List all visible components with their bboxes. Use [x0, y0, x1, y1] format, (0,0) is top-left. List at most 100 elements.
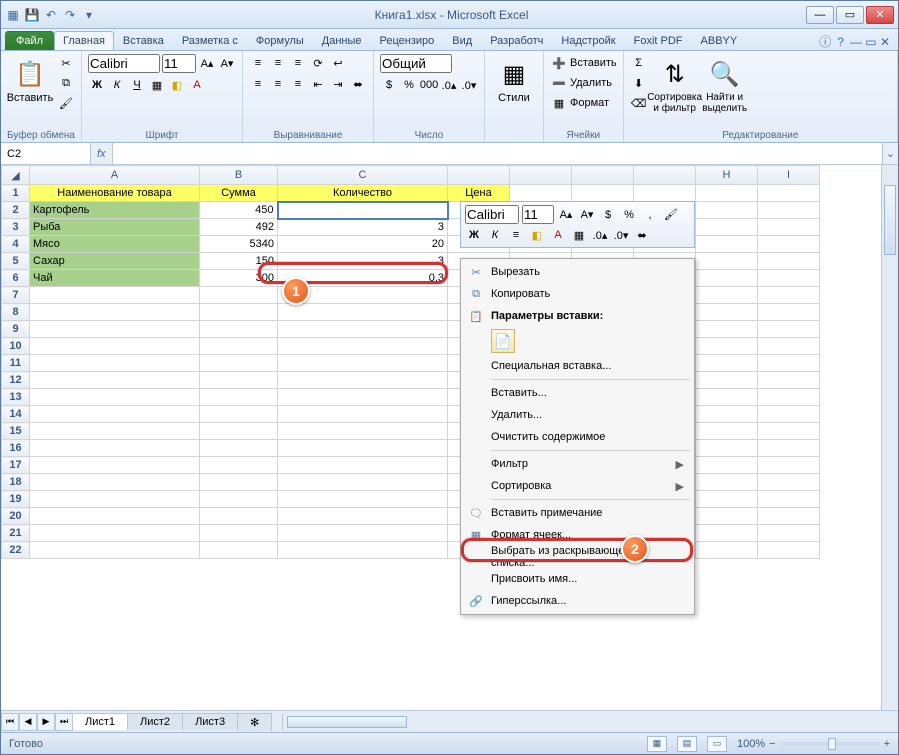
worksheet-grid[interactable]: ◢ A B C H I 1 Наименование товара Сумма	[1, 165, 898, 710]
ctx-clear[interactable]: Очистить содержимое	[463, 426, 692, 448]
mini-comma-icon[interactable]: ,	[641, 206, 659, 224]
ctx-insert[interactable]: Вставить...	[463, 382, 692, 404]
cell-c5[interactable]: 3	[278, 253, 448, 270]
formula-input[interactable]	[112, 143, 882, 164]
sheet-nav-prev-icon[interactable]: ◀	[19, 713, 37, 731]
mini-font-color-icon[interactable]: A	[549, 226, 567, 244]
clear-icon[interactable]: ⌫	[630, 94, 648, 112]
redo-icon[interactable]: ↷	[62, 7, 78, 23]
mini-decrease-font-icon[interactable]: A▾	[578, 206, 596, 224]
tab-review[interactable]: Рецензиро	[371, 31, 444, 50]
comma-icon[interactable]: 000	[420, 76, 438, 94]
sheet-tab-3[interactable]: Лист3	[182, 713, 238, 730]
maximize-button[interactable]: ▭	[836, 6, 864, 24]
cell-c3[interactable]: 3	[278, 219, 448, 236]
col-header-b[interactable]: B	[200, 166, 278, 185]
mini-italic-icon[interactable]: К	[486, 226, 504, 244]
cell-b3[interactable]: 492	[200, 219, 278, 236]
font-size-select[interactable]	[162, 54, 196, 73]
wrap-text-icon[interactable]: ↩	[329, 54, 347, 72]
mini-format-painter-icon[interactable]: 🖌	[662, 206, 680, 224]
percent-icon[interactable]: %	[400, 76, 418, 94]
tab-abbyy[interactable]: ABBYY	[692, 31, 747, 50]
find-select-button[interactable]: 🔍 Найти и выделить	[702, 54, 748, 114]
tab-insert[interactable]: Вставка	[114, 31, 173, 50]
minimize-button[interactable]: —	[806, 6, 834, 24]
ctx-format-cells[interactable]: ▦Формат ячеек...	[463, 524, 692, 546]
cell-b6[interactable]: 300	[200, 270, 278, 287]
ctx-insert-comment[interactable]: 🗨Вставить примечание	[463, 502, 692, 524]
underline-icon[interactable]: Ч	[128, 76, 146, 94]
cell-a3[interactable]: Рыба	[30, 219, 200, 236]
tab-addins[interactable]: Надстройк	[552, 31, 624, 50]
col-header-h[interactable]: H	[696, 166, 758, 185]
fill-icon[interactable]: ⬇	[630, 74, 648, 92]
doc-window-buttons[interactable]: — ▭ ✕	[850, 35, 890, 49]
help-icon[interactable]: ?	[837, 35, 844, 49]
mini-border-icon[interactable]: ▦	[570, 226, 588, 244]
align-top-icon[interactable]: ≡	[249, 54, 267, 72]
cell-c2[interactable]	[278, 202, 448, 219]
font-color-icon[interactable]: A	[188, 76, 206, 94]
tab-formulas[interactable]: Формулы	[247, 31, 313, 50]
row-header-1[interactable]: 1	[2, 185, 30, 202]
save-icon[interactable]: 💾	[24, 7, 40, 23]
zoom-slider[interactable]	[780, 742, 880, 746]
insert-cells-icon[interactable]: ➕	[550, 54, 568, 72]
horizontal-scrollbar[interactable]	[282, 714, 898, 730]
undo-icon[interactable]: ↶	[43, 7, 59, 23]
cell-b5[interactable]: 150	[200, 253, 278, 270]
view-page-icon[interactable]: ▤	[677, 736, 697, 752]
view-normal-icon[interactable]: ▦	[647, 736, 667, 752]
fill-color-icon[interactable]: ◧	[168, 76, 186, 94]
ctx-pick-from-list[interactable]: Выбрать из раскрывающегося списка...	[463, 546, 692, 568]
autosum-icon[interactable]: Σ	[630, 54, 648, 72]
mini-size-select[interactable]	[522, 205, 554, 224]
col-header-g[interactable]	[634, 166, 696, 185]
ctx-sort[interactable]: Сортировка▶	[463, 475, 692, 497]
ctx-delete[interactable]: Удалить...	[463, 404, 692, 426]
align-left-icon[interactable]: ≡	[249, 75, 267, 93]
tab-file[interactable]: Файл	[5, 31, 54, 50]
tab-developer[interactable]: Разработч	[481, 31, 552, 50]
cell-c1[interactable]: Количество	[278, 185, 448, 202]
mini-increase-font-icon[interactable]: A▴	[557, 206, 575, 224]
number-format-select[interactable]	[380, 54, 452, 73]
format-cells-icon[interactable]: ▦	[550, 94, 568, 112]
align-middle-icon[interactable]: ≡	[269, 54, 287, 72]
mini-currency-icon[interactable]: $	[599, 206, 617, 224]
ctx-copy[interactable]: ⧉Копировать	[463, 283, 692, 305]
mini-fill-icon[interactable]: ◧	[528, 226, 546, 244]
ctx-hyperlink[interactable]: 🔗Гиперссылка...	[463, 590, 692, 612]
align-center-icon[interactable]: ≡	[269, 75, 287, 93]
increase-font-icon[interactable]: A▴	[198, 55, 216, 73]
sort-filter-button[interactable]: ⇅ Сортировка и фильтр	[652, 54, 698, 114]
cell-c4[interactable]: 20	[278, 236, 448, 253]
font-name-select[interactable]	[88, 54, 160, 73]
new-sheet-icon[interactable]: ✻	[237, 713, 272, 731]
row-header-4[interactable]: 4	[2, 236, 30, 253]
sheet-nav-next-icon[interactable]: ▶	[37, 713, 55, 731]
fx-icon[interactable]: fx	[97, 148, 106, 160]
mini-inc-decimal-icon[interactable]: .0▴	[591, 226, 609, 244]
mini-merge-icon[interactable]: ⬌	[633, 226, 651, 244]
cell-a5[interactable]: Сахар	[30, 253, 200, 270]
cell-a1[interactable]: Наименование товара	[30, 185, 200, 202]
view-break-icon[interactable]: ▭	[707, 736, 727, 752]
paste-button[interactable]: 📋 Вставить	[7, 54, 53, 104]
delete-cells-icon[interactable]: ➖	[550, 74, 568, 92]
delete-cells-label[interactable]: Удалить	[570, 77, 612, 89]
tab-home[interactable]: Главная	[54, 31, 114, 50]
vertical-scrollbar[interactable]	[881, 165, 898, 710]
sheet-tab-2[interactable]: Лист2	[127, 713, 183, 730]
col-header-e[interactable]	[510, 166, 572, 185]
increase-indent-icon[interactable]: ⇥	[329, 75, 347, 93]
decrease-font-icon[interactable]: A▾	[218, 55, 236, 73]
col-header-c[interactable]: C	[278, 166, 448, 185]
cell-b2[interactable]: 450	[200, 202, 278, 219]
cell-a2[interactable]: Картофель	[30, 202, 200, 219]
zoom-level[interactable]: 100%	[737, 738, 765, 750]
col-header-d[interactable]	[448, 166, 510, 185]
insert-cells-label[interactable]: Вставить	[570, 57, 617, 69]
cell-b4[interactable]: 5340	[200, 236, 278, 253]
